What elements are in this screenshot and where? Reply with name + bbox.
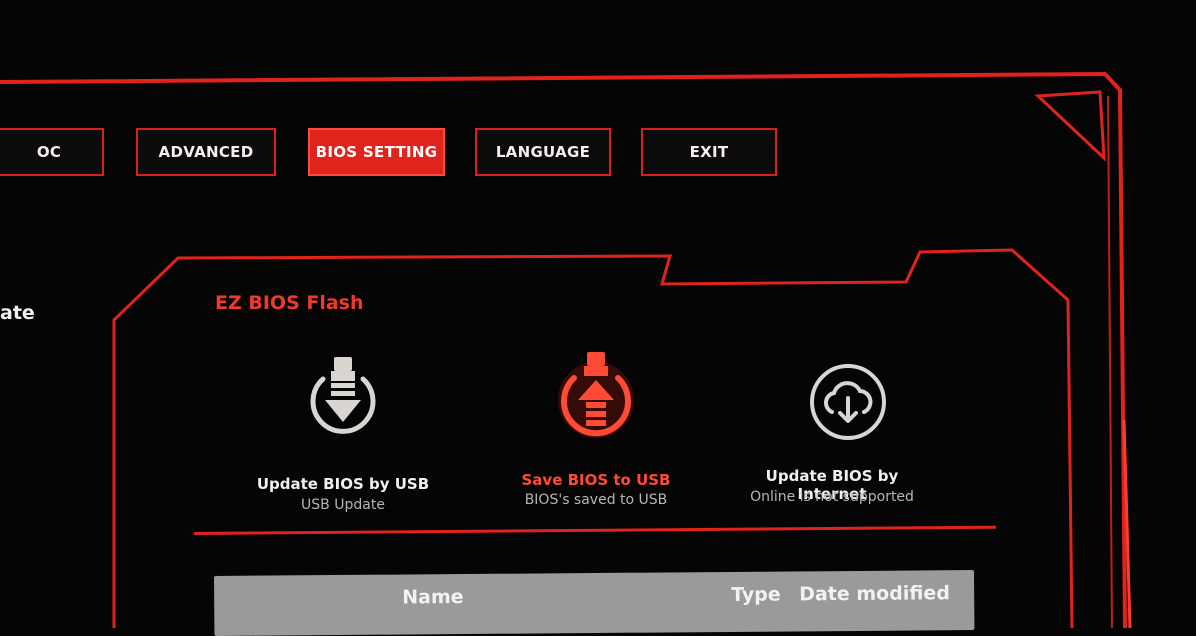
tab-oc-label: OC xyxy=(36,143,62,161)
update-bios-by-internet-subtitle: Online is not supported xyxy=(750,489,914,505)
tab-exit-label: EXIT xyxy=(689,143,729,161)
left-menu-item-label: ate xyxy=(0,302,35,324)
update-bios-by-usb-option[interactable]: Update BIOS by USB USB Update xyxy=(250,355,436,515)
usb-update-icon xyxy=(310,357,376,434)
tab-bios-setting-label: BIOS SETTING xyxy=(315,143,438,161)
tab-bios-setting[interactable]: BIOS SETTING xyxy=(308,128,445,176)
tab-oc[interactable]: OC xyxy=(0,128,104,176)
update-bios-by-usb-subtitle: USB Update xyxy=(301,497,385,513)
cloud-download-icon xyxy=(810,364,886,440)
save-bios-to-usb-subtitle: BIOS's saved to USB xyxy=(524,492,668,508)
section-title: EZ BIOS Flash xyxy=(215,292,364,314)
update-bios-by-usb-title: Update BIOS by USB xyxy=(256,475,430,493)
left-menu-item[interactable]: ate xyxy=(0,302,35,324)
update-bios-by-internet-option[interactable]: Update BIOS by Internet Online is not su… xyxy=(732,362,932,512)
save-bios-to-usb-title: Save BIOS to USB xyxy=(521,471,671,489)
usb-save-icon xyxy=(558,352,634,438)
column-type[interactable]: Type xyxy=(731,584,781,606)
column-name[interactable]: Name xyxy=(402,586,464,608)
save-bios-to-usb-option[interactable]: Save BIOS to USB BIOS's saved to USB xyxy=(506,350,686,515)
tab-advanced[interactable]: ADVANCED xyxy=(136,128,276,176)
file-table-header: Name Type Date modified xyxy=(214,570,975,636)
tab-exit[interactable]: EXIT xyxy=(641,128,777,176)
column-date-modified[interactable]: Date modified xyxy=(799,582,950,605)
frame-decoration xyxy=(0,71,1132,628)
tab-advanced-label: ADVANCED xyxy=(158,143,254,161)
tab-language[interactable]: LANGUAGE xyxy=(475,128,611,176)
tab-language-label: LANGUAGE xyxy=(495,143,591,161)
